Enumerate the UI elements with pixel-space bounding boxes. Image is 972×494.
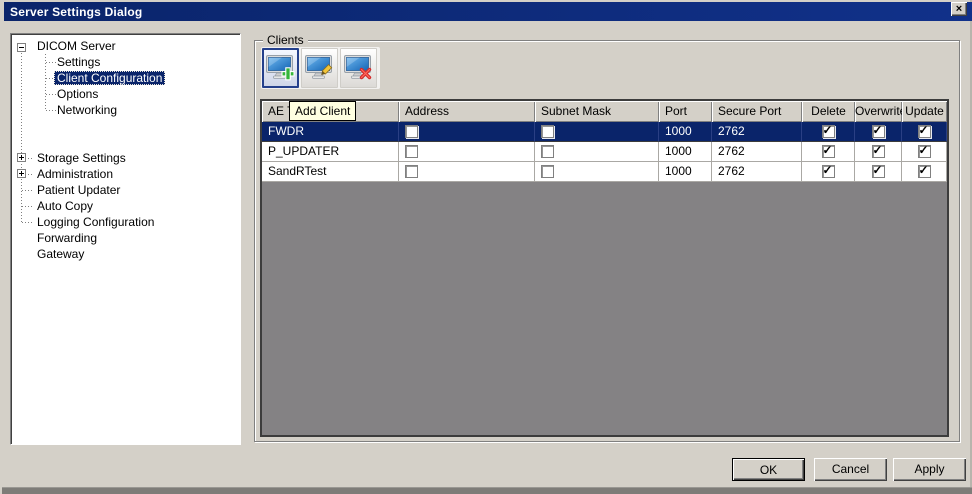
add-client-button[interactable] (262, 48, 299, 88)
cell-ae-title: FWDR (262, 122, 399, 142)
tree-item-administration[interactable]: Administration (34, 167, 116, 183)
delete-checkbox[interactable] (821, 164, 835, 178)
address-checkbox[interactable] (405, 165, 418, 178)
clients-group-label: Clients (263, 33, 308, 47)
tree-connector (22, 190, 34, 191)
table-row[interactable]: P_UPDATER 1000 2762 (262, 142, 947, 162)
tree-item-options[interactable]: Options (54, 87, 101, 103)
edit-client-button[interactable] (301, 48, 338, 88)
column-header-delete[interactable]: Delete (802, 101, 855, 122)
table-row[interactable]: FWDR 1000 2762 (262, 122, 947, 142)
overwrite-checkbox[interactable] (871, 124, 885, 138)
tree-item-auto-copy[interactable]: Auto Copy (34, 199, 96, 215)
column-header-address[interactable]: Address (399, 101, 535, 122)
tree-connector (21, 47, 22, 223)
clients-table: AE Title Address Subnet Mask Port Secure… (260, 99, 949, 437)
address-checkbox[interactable] (405, 145, 418, 158)
close-button[interactable]: × (951, 2, 967, 16)
settings-tree: DICOM Server Settings Client Configurati… (10, 33, 241, 445)
cell-secure-port: 2762 (712, 162, 802, 182)
delete-client-button[interactable] (340, 48, 377, 88)
server-settings-dialog: Server Settings Dialog × DICOM Server Se… (0, 0, 972, 494)
tree-connector (22, 222, 34, 223)
subnet-mask-checkbox[interactable] (541, 165, 554, 178)
tree-item-gateway[interactable]: Gateway (34, 247, 87, 263)
cell-ae-title: SandRTest (262, 162, 399, 182)
cell-port: 1000 (659, 142, 712, 162)
add-client-tooltip: Add Client (289, 101, 357, 121)
tree-item-patient-updater[interactable]: Patient Updater (34, 183, 123, 199)
update-checkbox[interactable] (917, 164, 931, 178)
tree-item-storage-settings[interactable]: Storage Settings (34, 151, 129, 167)
window-bottom-edge (2, 487, 972, 494)
window-title: Server Settings Dialog (10, 4, 143, 19)
address-checkbox[interactable] (405, 125, 418, 138)
subnet-mask-checkbox[interactable] (541, 145, 554, 158)
column-header-port[interactable]: Port (659, 101, 712, 122)
monitor-pencil-icon (305, 55, 333, 79)
ok-button[interactable]: OK (732, 458, 805, 481)
expand-icon[interactable] (17, 153, 26, 162)
tree-item-forwarding[interactable]: Forwarding (34, 231, 100, 247)
cell-secure-port: 2762 (712, 122, 802, 142)
column-header-secure-port[interactable]: Secure Port (712, 101, 802, 122)
table-header-row: AE Title Address Subnet Mask Port Secure… (262, 101, 947, 122)
tree-item-settings[interactable]: Settings (54, 55, 103, 71)
subnet-mask-checkbox[interactable] (541, 125, 554, 138)
cell-port: 1000 (659, 122, 712, 142)
update-checkbox[interactable] (917, 124, 931, 138)
update-checkbox[interactable] (917, 144, 931, 158)
column-header-update[interactable]: Update (902, 101, 947, 122)
table-row[interactable]: SandRTest 1000 2762 (262, 162, 947, 182)
column-header-subnet-mask[interactable]: Subnet Mask (535, 101, 659, 122)
title-bar[interactable]: Server Settings Dialog (4, 2, 972, 21)
tree-item-dicom-server[interactable]: DICOM Server (34, 39, 119, 55)
overwrite-checkbox[interactable] (871, 164, 885, 178)
tree-item-logging-configuration[interactable]: Logging Configuration (34, 215, 157, 231)
overwrite-checkbox[interactable] (871, 144, 885, 158)
delete-checkbox[interactable] (821, 124, 835, 138)
client-toolbar (261, 47, 380, 89)
tree-connector (22, 206, 34, 207)
cell-secure-port: 2762 (712, 142, 802, 162)
expand-icon[interactable] (17, 169, 26, 178)
cancel-button[interactable]: Cancel (814, 458, 887, 481)
close-icon: × (955, 2, 963, 15)
tree-item-client-configuration[interactable]: Client Configuration (54, 71, 166, 87)
tree-item-networking[interactable]: Networking (54, 103, 120, 119)
cell-ae-title: P_UPDATER (262, 142, 399, 162)
monitor-plus-icon (266, 55, 295, 81)
column-header-overwrite[interactable]: Overwrite (855, 101, 902, 122)
delete-checkbox[interactable] (821, 144, 835, 158)
apply-button[interactable]: Apply (893, 458, 966, 481)
collapse-icon[interactable] (17, 43, 26, 52)
cell-port: 1000 (659, 162, 712, 182)
monitor-x-icon (344, 55, 372, 80)
